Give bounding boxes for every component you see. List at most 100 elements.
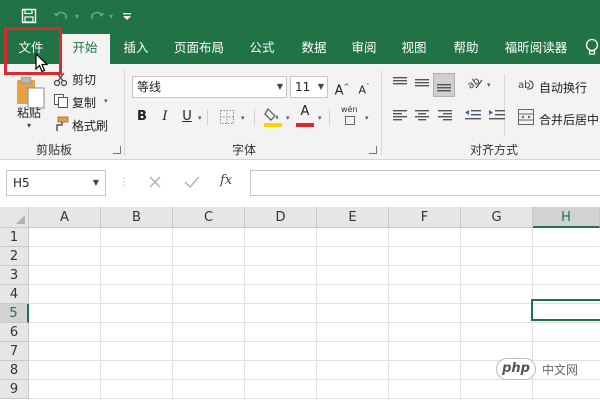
chevron-down-icon: ▼ — [276, 82, 283, 91]
divider — [504, 74, 505, 136]
copy-icon[interactable] — [53, 93, 69, 109]
row-header[interactable]: 6 — [0, 323, 29, 342]
row-header[interactable]: 8 — [0, 361, 29, 380]
undo-icon[interactable] — [50, 6, 72, 26]
align-bottom-button[interactable] — [433, 73, 455, 97]
divider — [207, 109, 208, 125]
column-header[interactable]: F — [389, 207, 461, 228]
active-cell-h5[interactable] — [531, 299, 600, 321]
save-icon[interactable] — [18, 6, 40, 26]
borders-dropdown-icon[interactable]: ▾ — [241, 114, 245, 122]
decrease-indent-icon[interactable] — [464, 108, 482, 122]
redo-icon[interactable] — [86, 6, 108, 26]
clipboard-launcher-icon[interactable] — [113, 146, 121, 154]
copy-button[interactable]: 复制 — [72, 94, 96, 111]
lightbulb-icon[interactable] — [584, 38, 600, 58]
copy-dropdown-icon[interactable]: ▾ — [104, 97, 108, 105]
formula-bar: H5 ▼ ⋮ fx — [0, 161, 600, 207]
row-header-selected[interactable]: 5 — [0, 304, 29, 323]
group-divider — [124, 70, 125, 156]
phonetic-box-icon — [345, 116, 355, 125]
tab-insert[interactable]: 插入 — [114, 32, 158, 64]
chevron-down-icon: ▼ — [92, 178, 99, 187]
formula-input[interactable] — [250, 170, 600, 196]
orientation-dropdown-icon[interactable]: ▾ — [487, 81, 491, 89]
font-group-label: 字体 — [232, 143, 257, 157]
align-top-icon[interactable] — [392, 76, 408, 90]
mouse-cursor-icon — [35, 52, 49, 73]
redo-dropdown-icon[interactable]: ▾ — [106, 6, 116, 26]
column-header[interactable]: E — [317, 207, 389, 228]
row-header[interactable]: 3 — [0, 266, 29, 285]
tab-help[interactable]: 帮助 — [444, 32, 488, 64]
fill-color-dropdown-icon[interactable]: ▾ — [286, 114, 290, 122]
cancel-icon[interactable] — [148, 175, 162, 189]
select-all-button[interactable] — [0, 207, 29, 228]
chevron-down-icon: ▼ — [317, 82, 324, 91]
font-color-letter: A — [300, 104, 310, 119]
increase-font-size-icon[interactable]: A^ — [333, 76, 351, 98]
underline-dropdown-icon[interactable]: ▾ — [198, 114, 202, 122]
font-name-select[interactable]: 等线 ▼ — [132, 76, 287, 98]
phonetic-dropdown-icon[interactable]: ▾ — [365, 114, 369, 122]
tab-data[interactable]: 数据 — [292, 32, 336, 64]
row-header[interactable]: 1 — [0, 228, 29, 247]
enter-icon[interactable] — [184, 175, 200, 189]
merge-center-icon[interactable] — [518, 109, 534, 125]
fill-color-icon[interactable] — [264, 106, 282, 128]
tab-review[interactable]: 审阅 — [342, 32, 386, 64]
column-header-selected[interactable]: H — [533, 207, 600, 228]
italic-button[interactable]: I — [157, 106, 173, 128]
undo-dropdown-icon[interactable]: ▾ — [72, 6, 82, 26]
format-painter-icon[interactable] — [53, 116, 69, 132]
file-tab-highlight — [4, 27, 62, 75]
resize-handle-icon[interactable]: ⋮ — [119, 177, 129, 188]
select-all-icon — [16, 215, 25, 224]
paste-button[interactable]: 粘贴 — [17, 104, 41, 121]
row-header[interactable]: 4 — [0, 285, 29, 304]
tab-formulas[interactable]: 公式 — [240, 32, 284, 64]
row-header[interactable]: 2 — [0, 247, 29, 266]
align-center-icon[interactable] — [414, 108, 430, 122]
name-box[interactable]: H5 ▼ — [6, 170, 106, 196]
cut-button[interactable]: 剪切 — [72, 71, 96, 88]
tab-view[interactable]: 视图 — [392, 32, 436, 64]
orientation-icon[interactable]: ab — [466, 75, 484, 92]
font-color-dropdown-icon[interactable]: ▾ — [318, 114, 322, 122]
insert-function-button[interactable]: fx — [220, 173, 232, 188]
column-header[interactable]: B — [101, 207, 173, 228]
alignment-group-label: 对齐方式 — [470, 143, 519, 157]
align-right-icon[interactable] — [437, 108, 453, 122]
tab-foxit-reader[interactable]: 福昕阅读器 — [498, 32, 574, 64]
merge-center-button[interactable]: 合并后居中 — [539, 111, 599, 128]
tab-page-layout[interactable]: 页面布局 — [166, 32, 232, 64]
row-header[interactable]: 7 — [0, 342, 29, 361]
wrap-text-button[interactable]: 自动换行 — [539, 79, 587, 96]
watermark-text: 中文网 — [542, 362, 579, 377]
bold-button[interactable]: B — [134, 106, 150, 128]
font-launcher-icon[interactable] — [369, 146, 377, 154]
font-color-button[interactable]: A — [296, 104, 314, 128]
decrease-font-size-icon[interactable]: Aˇ — [355, 76, 373, 98]
name-box-value: H5 — [13, 176, 30, 190]
wrap-text-icon[interactable]: ab — [518, 77, 534, 93]
column-header[interactable]: G — [461, 207, 533, 228]
paste-dropdown-icon[interactable]: ▾ — [27, 121, 31, 130]
align-left-icon[interactable] — [392, 108, 408, 122]
phonetic-guide-button[interactable]: wén — [341, 105, 361, 127]
clipboard-group-label: 剪贴板 — [36, 143, 73, 157]
format-painter-button[interactable]: 格式刷 — [72, 117, 108, 134]
tab-home[interactable]: 开始 — [60, 34, 110, 64]
align-middle-icon[interactable] — [414, 76, 430, 90]
font-size-select[interactable]: 11 ▼ — [290, 76, 328, 98]
underline-button[interactable]: U — [179, 106, 195, 128]
font-color-swatch — [296, 123, 314, 127]
increase-indent-icon[interactable] — [488, 108, 506, 122]
column-header[interactable]: A — [29, 207, 101, 228]
divider — [254, 109, 255, 125]
column-header[interactable]: C — [173, 207, 245, 228]
borders-icon[interactable] — [219, 109, 235, 125]
column-header[interactable]: D — [245, 207, 317, 228]
row-header[interactable]: 9 — [0, 380, 29, 399]
customize-toolbar-icon[interactable] — [120, 6, 134, 26]
